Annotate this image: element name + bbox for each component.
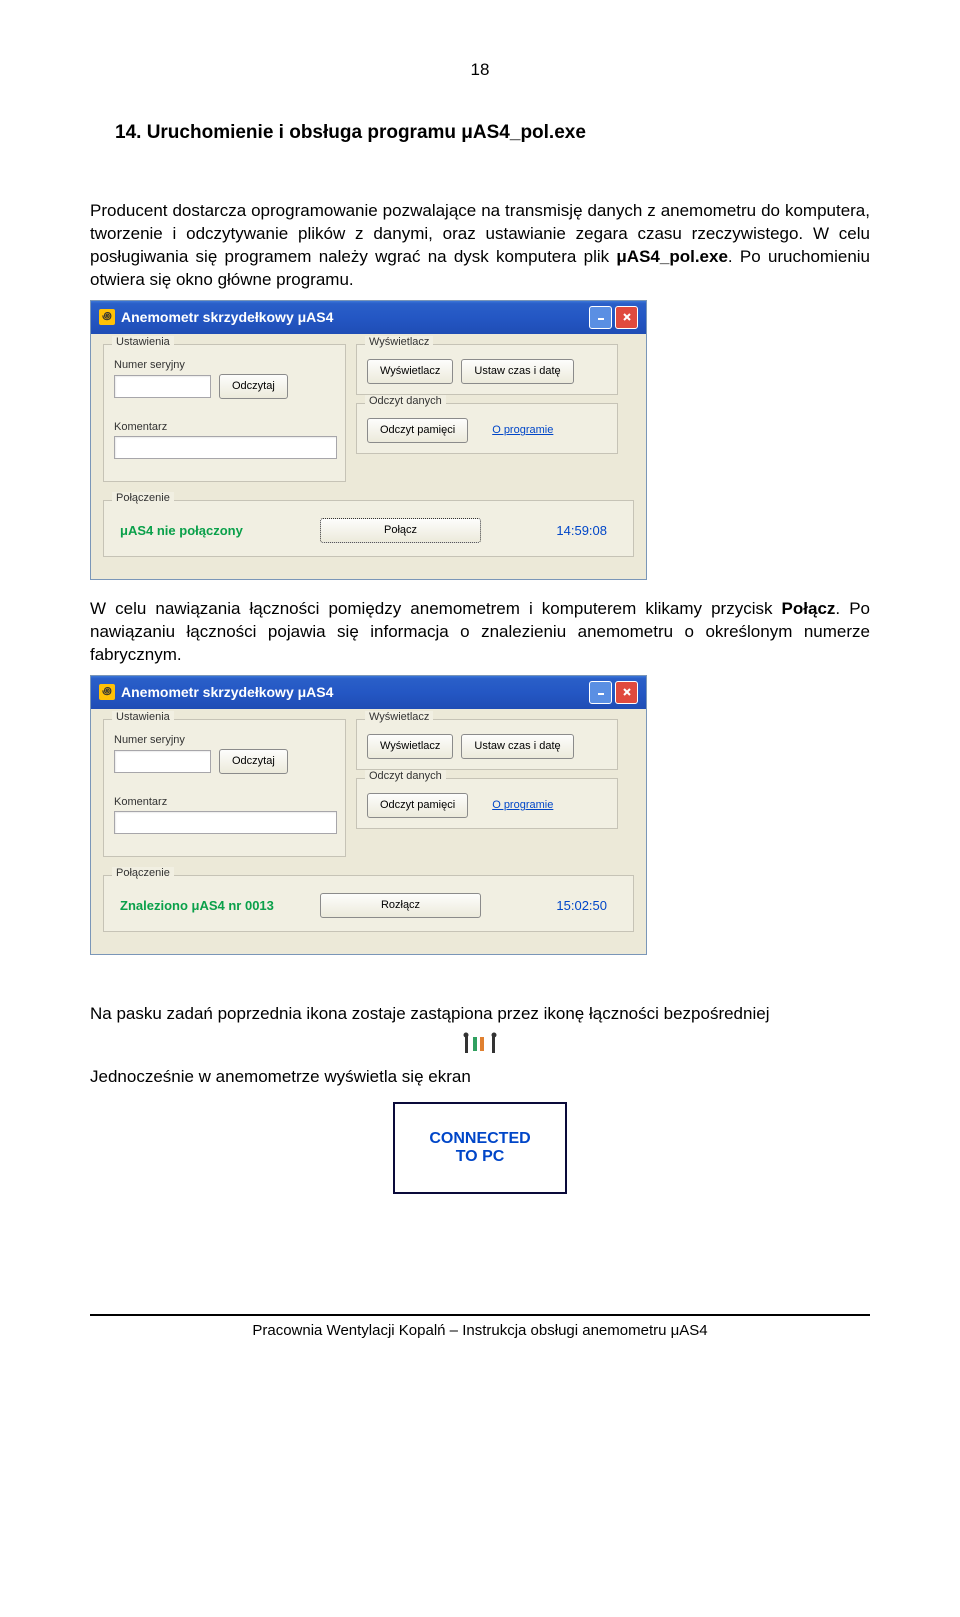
connection-time-2: 15:02:50	[556, 898, 617, 913]
label-komentarz: Komentarz	[114, 796, 335, 808]
paragraph-4: Jednocześnie w anemometrze wyświetla się…	[90, 1066, 870, 1089]
connection-time: 14:59:08	[556, 523, 617, 538]
numer-seryjny-input[interactable]	[114, 375, 211, 398]
group-polaczenie: Połączenie μAS4 nie połączony Połącz 14:…	[103, 500, 634, 557]
legend-odczyt: Odczyt danych	[365, 770, 446, 782]
connection-status-text-2: Znaleziono μAS4 nr 0013	[120, 898, 320, 913]
rozlacz-button[interactable]: Rozłącz	[320, 893, 481, 918]
legend-odczyt: Odczyt danych	[365, 395, 446, 407]
label-numer-seryjny: Numer seryjny	[114, 734, 335, 746]
o-programie-link[interactable]: O programie	[492, 418, 553, 443]
page-number: 18	[90, 60, 870, 80]
odczyt-pamieci-button[interactable]: Odczyt pamięci	[367, 418, 468, 443]
paragraph-1: Producent dostarcza oprogramowanie pozwa…	[90, 200, 870, 292]
section-title: 14. Uruchomienie i obsługa programu μAS4…	[115, 122, 870, 144]
window-title-2: Anemometr skrzydełkowy μAS4	[121, 684, 333, 700]
legend-ustawienia: Ustawienia	[112, 711, 174, 723]
group-polaczenie: Połączenie Znaleziono μAS4 nr 0013 Rozłą…	[103, 875, 634, 932]
label-numer-seryjny: Numer seryjny	[114, 359, 335, 371]
app-window-2: ꩜ Anemometr skrzydełkowy μAS4 Ustawienia…	[90, 675, 647, 955]
connection-icon	[90, 1032, 870, 1056]
title-bar-2: ꩜ Anemometr skrzydełkowy μAS4	[91, 676, 646, 709]
para2-a: W celu nawiązania łączności pomiędzy ane…	[90, 599, 782, 618]
title-bar: ꩜ Anemometr skrzydełkowy μAS4	[91, 301, 646, 334]
app-icon: ꩜	[99, 684, 115, 700]
close-button[interactable]	[615, 306, 638, 329]
connection-status-text: μAS4 nie połączony	[120, 523, 320, 538]
odczytaj-button[interactable]: Odczytaj	[219, 374, 288, 399]
device-screen-box: CONNECTED TO PC	[393, 1102, 567, 1194]
window-title: Anemometr skrzydełkowy μAS4	[121, 309, 333, 325]
legend-polaczenie: Połączenie	[112, 492, 174, 504]
label-komentarz: Komentarz	[114, 421, 335, 433]
app-window-1: ꩜ Anemometr skrzydełkowy μAS4 Ustawienia…	[90, 300, 647, 580]
paragraph-3: Na pasku zadań poprzednia ikona zostaje …	[90, 1003, 870, 1026]
odczyt-pamieci-button[interactable]: Odczyt pamięci	[367, 793, 468, 818]
group-ustawienia: Ustawienia Numer seryjny Odczytaj Koment…	[103, 719, 346, 857]
legend-wyswietlacz: Wyświetlacz	[365, 336, 433, 348]
page-footer: Pracownia Wentylacji Kopalń – Instrukcja…	[90, 1314, 870, 1339]
group-wyswietlacz: Wyświetlacz Wyświetlacz Ustaw czas i dat…	[356, 719, 618, 770]
polacz-button[interactable]: Połącz	[320, 518, 481, 543]
group-ustawienia: Ustawienia Numer seryjny Odczytaj Koment…	[103, 344, 346, 482]
connected-line1: CONNECTED	[429, 1130, 530, 1148]
wyswietlacz-button[interactable]: Wyświetlacz	[367, 359, 453, 384]
group-wyswietlacz: Wyświetlacz Wyświetlacz Ustaw czas i dat…	[356, 344, 618, 395]
close-button[interactable]	[615, 681, 638, 704]
legend-polaczenie: Połączenie	[112, 867, 174, 879]
o-programie-link[interactable]: O programie	[492, 793, 553, 818]
legend-wyswietlacz: Wyświetlacz	[365, 711, 433, 723]
minimize-button[interactable]	[589, 306, 612, 329]
odczytaj-button[interactable]: Odczytaj	[219, 749, 288, 774]
para1-bold: μAS4_pol.exe	[616, 247, 728, 266]
legend-ustawienia: Ustawienia	[112, 336, 174, 348]
ustaw-czas-button[interactable]: Ustaw czas i datę	[461, 359, 573, 384]
para2-bold: Połącz	[782, 599, 836, 618]
wyswietlacz-button[interactable]: Wyświetlacz	[367, 734, 453, 759]
minimize-button[interactable]	[589, 681, 612, 704]
connected-line2: TO PC	[456, 1148, 505, 1166]
komentarz-input[interactable]	[114, 436, 337, 459]
paragraph-2: W celu nawiązania łączności pomiędzy ane…	[90, 598, 870, 667]
ustaw-czas-button[interactable]: Ustaw czas i datę	[461, 734, 573, 759]
app-icon: ꩜	[99, 309, 115, 325]
komentarz-input[interactable]	[114, 811, 337, 834]
group-odczyt-danych: Odczyt danych Odczyt pamięci O programie	[356, 778, 618, 829]
numer-seryjny-input[interactable]	[114, 750, 211, 773]
group-odczyt-danych: Odczyt danych Odczyt pamięci O programie	[356, 403, 618, 454]
